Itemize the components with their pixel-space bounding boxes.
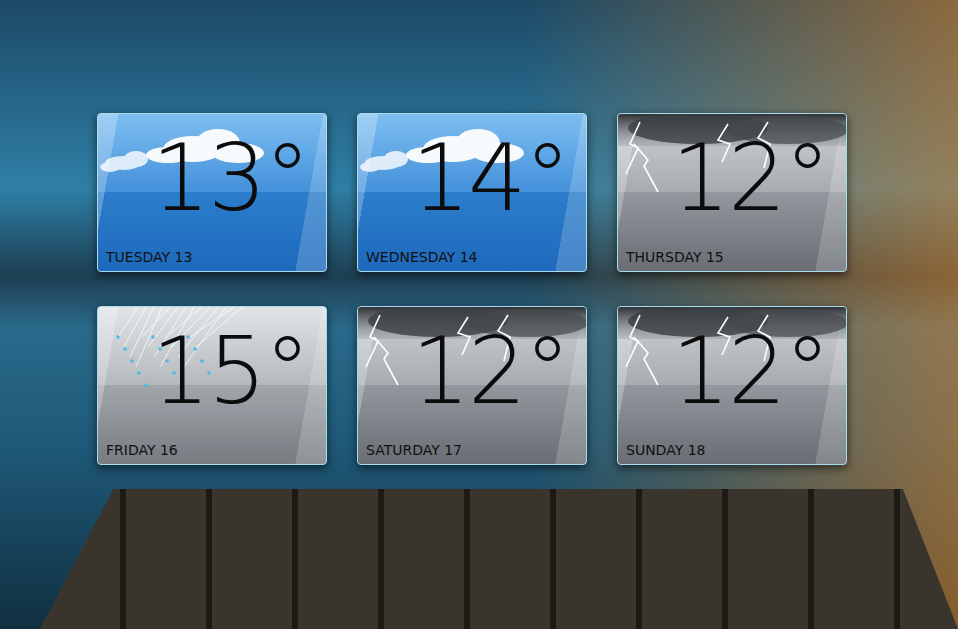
dock-planks [40,489,958,629]
day-label: SUNDAY 18 [626,442,838,460]
desktop-background: 13° TUESDAY 13 14° WEDNESDAY 14 12° THUR… [0,0,958,629]
temperature: 14° [366,128,578,229]
day-label: SATURDAY 17 [366,442,578,460]
temperature: 13° [106,128,318,229]
temperature: 12° [366,321,578,422]
day-label: TUESDAY 13 [106,249,318,267]
day-label: FRIDAY 16 [106,442,318,460]
forecast-grid: 13° TUESDAY 13 14° WEDNESDAY 14 12° THUR… [0,0,958,465]
weather-tile[interactable]: 14° WEDNESDAY 14 [357,113,587,272]
weather-tile[interactable]: 15° FRIDAY 16 [97,306,327,465]
weather-tile[interactable]: 13° TUESDAY 13 [97,113,327,272]
temperature: 12° [626,321,838,422]
weather-tile[interactable]: 12° SATURDAY 17 [357,306,587,465]
weather-tile[interactable]: 12° SUNDAY 18 [617,306,847,465]
temperature: 15° [106,321,318,422]
day-label: WEDNESDAY 14 [366,249,578,267]
day-label: THURSDAY 15 [626,249,838,267]
temperature: 12° [626,128,838,229]
weather-tile[interactable]: 12° THURSDAY 15 [617,113,847,272]
